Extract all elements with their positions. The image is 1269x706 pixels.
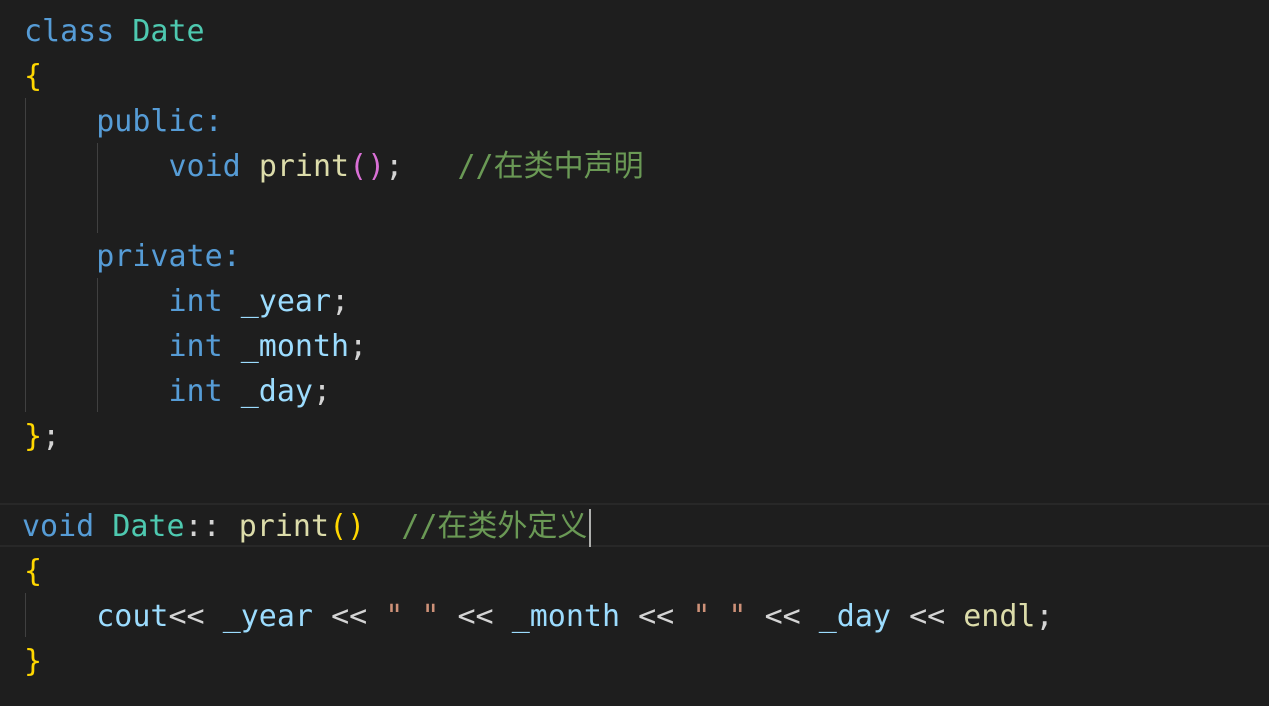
keyword: void bbox=[168, 149, 241, 184]
code-line-13[interactable]: { bbox=[24, 549, 42, 594]
operator: << bbox=[909, 599, 946, 634]
code-line-2[interactable]: { bbox=[24, 54, 42, 99]
keyword: class bbox=[24, 14, 115, 49]
code-line-14[interactable]: cout<< _year << " " << _month << " " << … bbox=[24, 594, 1054, 639]
comment: //在类中声明 bbox=[457, 149, 644, 184]
access-specifier: public bbox=[96, 104, 205, 139]
code-line-12[interactable]: void Date:: print() //在类外定义 bbox=[22, 504, 592, 549]
comment: //在类外定义 bbox=[401, 509, 588, 544]
string-literal: " " bbox=[692, 599, 747, 634]
code-line-3[interactable]: public: bbox=[24, 99, 223, 144]
scope-operator: :: bbox=[184, 509, 221, 544]
parentheses: () bbox=[349, 149, 386, 184]
punctuation: ; bbox=[313, 374, 332, 409]
code-line-8[interactable]: int _month; bbox=[24, 324, 368, 369]
type-name: Date bbox=[132, 14, 205, 49]
member-variable: _day bbox=[240, 374, 313, 409]
punctuation: ; bbox=[349, 329, 368, 364]
operator: << bbox=[457, 599, 494, 634]
identifier: cout bbox=[96, 599, 169, 634]
code-line-4[interactable]: void print(); //在类中声明 bbox=[24, 144, 644, 189]
member-variable: _year bbox=[222, 599, 313, 634]
code-line-9[interactable]: int _day; bbox=[24, 369, 332, 414]
punctuation: ; bbox=[385, 149, 404, 184]
keyword: int bbox=[168, 284, 223, 319]
code-line-6[interactable]: private: bbox=[24, 234, 241, 279]
keyword: void bbox=[22, 509, 95, 544]
operator: << bbox=[638, 599, 675, 634]
member-variable: _month bbox=[240, 329, 350, 364]
code-line-7[interactable]: int _year; bbox=[24, 279, 350, 324]
keyword: int bbox=[168, 374, 223, 409]
operator: << bbox=[331, 599, 368, 634]
punctuation: ; bbox=[42, 419, 61, 454]
operator: << bbox=[764, 599, 801, 634]
punctuation: ; bbox=[1035, 599, 1054, 634]
access-specifier: private bbox=[96, 239, 223, 274]
string-literal: " " bbox=[385, 599, 440, 634]
function-name: print bbox=[238, 509, 330, 544]
keyword: int bbox=[168, 329, 223, 364]
member-variable: _month bbox=[511, 599, 621, 634]
identifier: endl bbox=[963, 599, 1036, 634]
parentheses: () bbox=[329, 509, 366, 544]
punctuation: : bbox=[204, 104, 223, 139]
code-line-1[interactable]: class Date bbox=[24, 9, 205, 54]
member-variable: _day bbox=[818, 599, 891, 634]
text-cursor bbox=[589, 508, 592, 547]
brace: { bbox=[24, 554, 43, 589]
code-editor[interactable]: class Date { public: void print(); //在类中… bbox=[0, 0, 1269, 706]
function-name: print bbox=[258, 149, 350, 184]
operator: << bbox=[168, 599, 205, 634]
member-variable: _year bbox=[240, 284, 332, 319]
brace: } bbox=[24, 419, 43, 454]
punctuation: ; bbox=[331, 284, 350, 319]
type-name: Date bbox=[112, 509, 185, 544]
punctuation: : bbox=[222, 239, 241, 274]
code-line-15[interactable]: } bbox=[24, 639, 42, 684]
code-line-10[interactable]: }; bbox=[24, 414, 60, 459]
brace: { bbox=[24, 59, 43, 94]
brace: } bbox=[24, 644, 43, 679]
